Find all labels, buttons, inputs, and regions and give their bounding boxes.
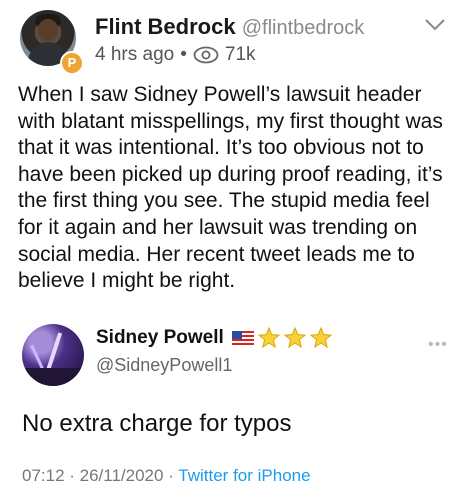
- quoted-handle[interactable]: @SidneyPowell1: [96, 355, 232, 376]
- author-line: Flint Bedrock @flintbedrock: [95, 14, 364, 40]
- eye-icon: [193, 46, 219, 64]
- avatar-ground: [22, 368, 84, 386]
- star-icon: [309, 327, 332, 349]
- chevron-down-icon[interactable]: [424, 18, 446, 32]
- post-text: When I saw Sidney Powell’s lawsuit heade…: [18, 83, 443, 293]
- view-count: 71k: [224, 44, 256, 65]
- post-meta: 4 hrs ago • 71k: [95, 44, 256, 66]
- quoted-avatar[interactable]: [22, 324, 84, 386]
- quoted-text: No extra charge for typos: [22, 410, 292, 437]
- meta-separator: •: [180, 44, 187, 65]
- lightning-bolt: [45, 332, 63, 372]
- tweet-timestamp: 07:12 · 26/11/2020 ·: [22, 466, 179, 485]
- author-name[interactable]: Flint Bedrock: [95, 14, 236, 39]
- tweet-footer: 07:12 · 26/11/2020 · Twitter for iPhone: [22, 466, 311, 486]
- star-icon: [283, 327, 306, 349]
- quoted-name-line: Sidney Powell: [96, 327, 332, 349]
- post-time: 4 hrs ago: [95, 44, 175, 65]
- tweet-source-link[interactable]: Twitter for iPhone: [178, 466, 310, 485]
- star-icon: [257, 327, 280, 349]
- author-handle[interactable]: @flintbedrock: [242, 17, 365, 39]
- quoted-name[interactable]: Sidney Powell: [96, 327, 224, 349]
- more-options-icon[interactable]: •••: [428, 336, 448, 354]
- us-flag-icon: [231, 330, 254, 346]
- avatar-head: [38, 19, 58, 41]
- platform-badge-icon: P: [60, 51, 84, 75]
